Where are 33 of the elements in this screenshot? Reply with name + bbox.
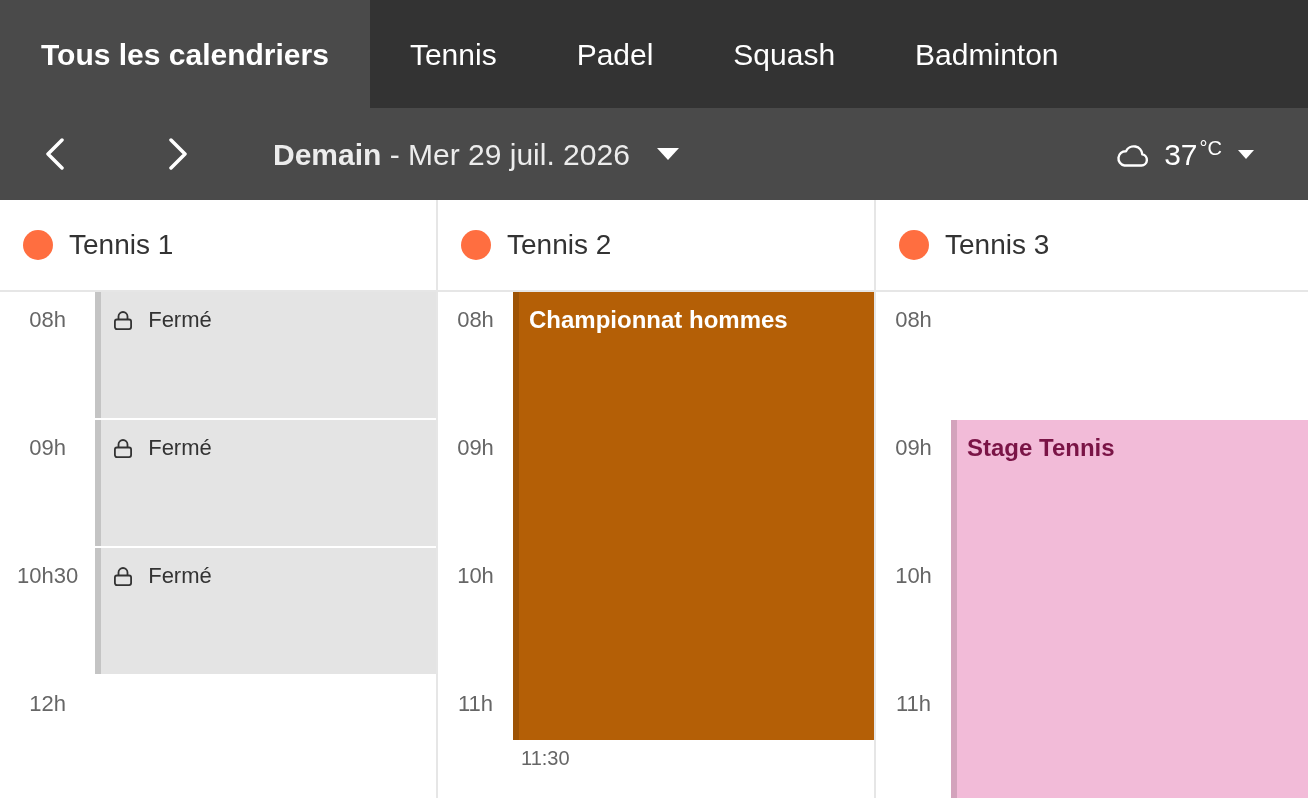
time-label: 09h <box>895 434 932 462</box>
event-title: Stage Tennis <box>967 434 1115 461</box>
event-end-time: 11:30 <box>521 747 570 769</box>
closed-label: Fermé <box>148 434 212 462</box>
lock-icon <box>113 566 134 586</box>
time-label: 08h <box>895 306 932 334</box>
calendar-name: Tennis 3 <box>945 228 1050 262</box>
weather-button[interactable]: 37$^{°C}$ <box>1116 131 1254 177</box>
time-label: 12h <box>29 690 66 718</box>
caret-down-icon <box>656 148 679 160</box>
date-picker-button[interactable]: Demain - Mer 29 juil. 2026 <box>273 131 679 177</box>
lock-icon <box>113 438 134 458</box>
lock-icon <box>113 310 134 330</box>
time-label: 10h <box>457 562 494 590</box>
time-label: 08h <box>457 306 494 334</box>
event-block[interactable]: Championnat hommes <box>513 292 874 740</box>
caret-down-icon <box>1238 149 1254 159</box>
chevron-left-icon <box>45 138 65 170</box>
time-label: 10h <box>895 562 932 590</box>
closed-label: Fermé <box>148 306 212 334</box>
calendar-tab[interactable]: Tous les calendriers <box>0 0 370 108</box>
time-label: 11h <box>895 690 932 718</box>
time-label: 09h <box>29 434 66 462</box>
closed-label: Fermé <box>148 562 212 590</box>
time-label: 11h <box>457 690 494 718</box>
calendar-name: Tennis 1 <box>69 228 174 262</box>
chevron-right-icon <box>168 138 188 170</box>
time-label: 10h30 <box>17 562 79 590</box>
time-label: 08h <box>29 306 66 334</box>
event-block[interactable]: Stage Tennis <box>951 420 1308 798</box>
calendar-name: Tennis 2 <box>507 228 612 262</box>
time-label: 09h <box>457 434 494 462</box>
event-title: Championnat hommes <box>529 306 788 333</box>
